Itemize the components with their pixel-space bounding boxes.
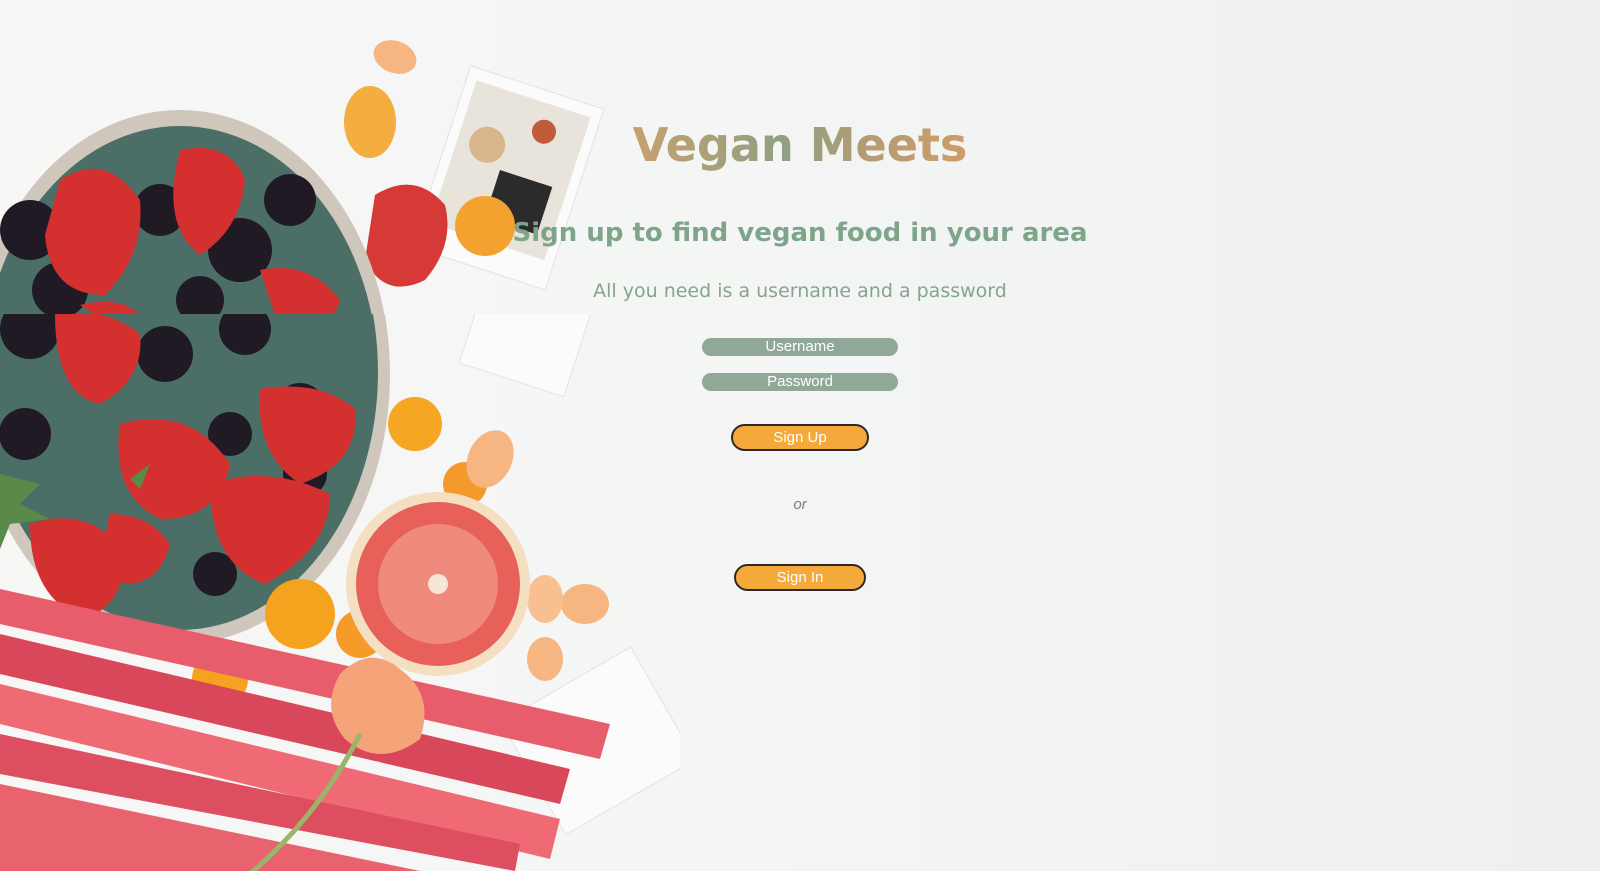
password-input[interactable] bbox=[702, 373, 898, 391]
page-subtitle: Sign up to find vegan food in your area bbox=[512, 218, 1088, 248]
app-title: Vegan Meets bbox=[0, 118, 1600, 172]
instructions-text: All you need is a username and a passwor… bbox=[593, 280, 1007, 302]
sign-in-button[interactable]: Sign In bbox=[734, 564, 866, 591]
signup-panel: Vegan Meets Sign up to find vegan food i… bbox=[0, 0, 1600, 871]
username-input[interactable] bbox=[702, 338, 898, 356]
sign-up-button[interactable]: Sign Up bbox=[731, 424, 869, 451]
or-separator: or bbox=[793, 496, 807, 513]
app-title-text: Vegan Meets bbox=[632, 118, 968, 172]
